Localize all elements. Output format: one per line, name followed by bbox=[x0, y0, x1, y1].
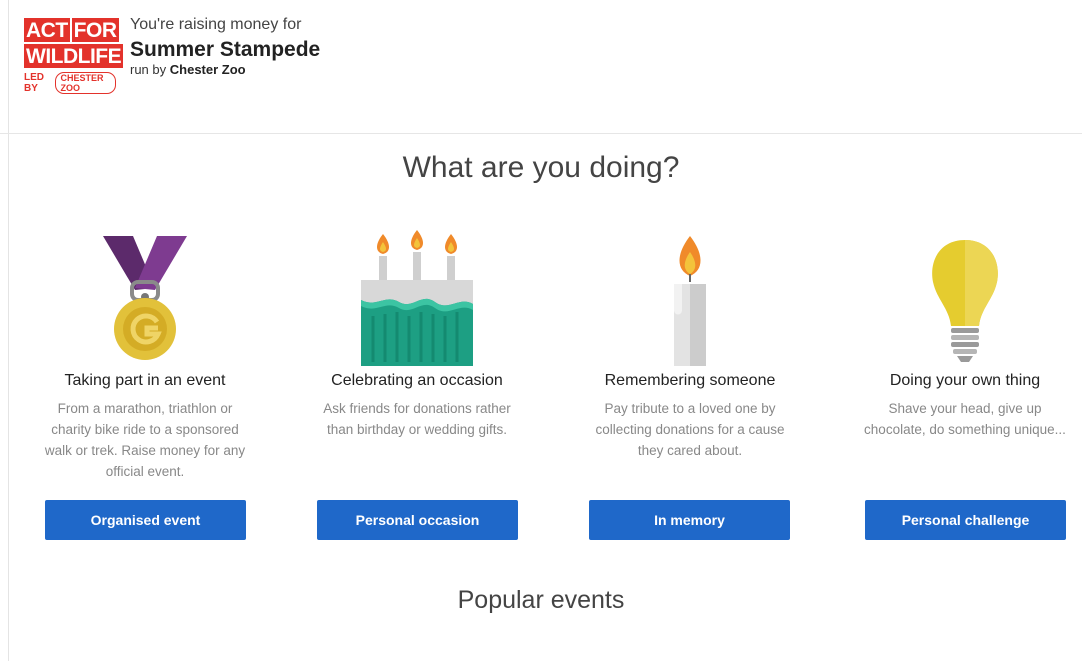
organisation-name: Chester Zoo bbox=[169, 62, 246, 77]
campaign-info: You're raising money for Summer Stampede… bbox=[130, 16, 320, 77]
option-description: Shave your head, give up chocolate, do s… bbox=[864, 401, 1066, 437]
logo-word-act: ACT bbox=[24, 18, 70, 42]
run-by-line: run by Chester Zoo bbox=[130, 62, 320, 77]
campaign-header: ACT FOR WILDLIFE LED BY CHESTER ZOO You'… bbox=[0, 0, 1082, 134]
act-for-wildlife-logo: ACT FOR WILDLIFE LED BY CHESTER ZOO bbox=[24, 18, 124, 110]
birthday-cake-icon bbox=[302, 230, 532, 366]
personal-challenge-button[interactable]: Personal challenge bbox=[865, 500, 1066, 540]
led-by-text: LED BY bbox=[24, 72, 44, 94]
option-description: From a marathon, triathlon or charity bi… bbox=[44, 401, 246, 479]
lightbulb-icon bbox=[850, 230, 1080, 366]
option-description: Pay tribute to a loved one by collecting… bbox=[595, 401, 785, 458]
personal-occasion-button[interactable]: Personal occasion bbox=[317, 500, 518, 540]
logo-word-wildlife: WILDLIFE bbox=[24, 44, 124, 68]
option-title: Remembering someone bbox=[604, 372, 776, 389]
option-card-occasion: Celebrating an occasion Ask friends for … bbox=[302, 230, 532, 440]
chester-zoo-badge: CHESTER ZOO bbox=[55, 72, 116, 94]
in-memory-button[interactable]: In memory bbox=[589, 500, 790, 540]
option-description: Ask friends for donations rather than bi… bbox=[323, 401, 511, 437]
logo-led-by: LED BY CHESTER ZOO bbox=[24, 72, 116, 94]
option-title: Doing your own thing bbox=[889, 372, 1041, 389]
option-card-memory: Remembering someone Pay tribute to a lov… bbox=[575, 230, 805, 461]
medal-icon bbox=[30, 230, 260, 366]
logo-word-for: FOR bbox=[71, 18, 119, 42]
candle-icon bbox=[575, 230, 805, 366]
option-title: Celebrating an occasion bbox=[331, 372, 503, 389]
popular-events-heading: Popular events bbox=[457, 586, 625, 614]
run-by-prefix: run by bbox=[130, 62, 167, 77]
option-card-event: Taking part in an event From a marathon,… bbox=[30, 230, 260, 482]
option-card-own-thing: Doing your own thing Shave your head, gi… bbox=[850, 230, 1080, 440]
option-title: Taking part in an event bbox=[64, 372, 226, 389]
organised-event-button[interactable]: Organised event bbox=[45, 500, 246, 540]
raising-money-label: You're raising money for bbox=[130, 16, 302, 33]
campaign-title: Summer Stampede bbox=[130, 38, 321, 61]
page-heading: What are you doing? bbox=[402, 151, 680, 184]
